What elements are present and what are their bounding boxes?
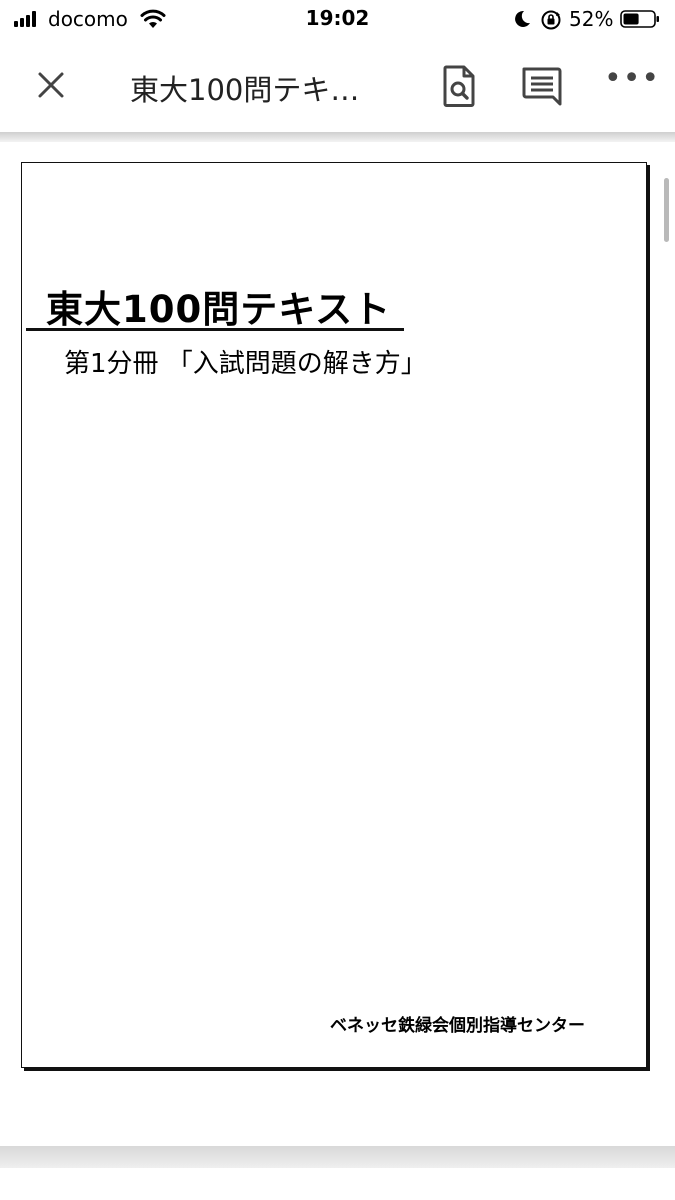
- do-not-disturb-icon: [515, 10, 530, 27]
- status-bar: docomo 19:02 52%: [0, 0, 675, 40]
- rotation-lock-icon: [541, 10, 561, 30]
- heading-underline: [26, 328, 404, 331]
- viewer-toolbar: 東大100問テキ… •••: [0, 40, 675, 132]
- signal-strength-icon: [14, 11, 40, 27]
- close-icon: [38, 72, 64, 98]
- document-subheading: 第1分冊 「入試問題の解き方」: [64, 349, 427, 379]
- toolbar-shadow: [0, 132, 675, 142]
- scrollbar-thumb[interactable]: [664, 178, 669, 242]
- document-heading: 東大100問テキスト: [46, 288, 392, 331]
- wifi-icon: [140, 9, 166, 28]
- battery-percentage: 52%: [569, 7, 614, 31]
- comment-icon: [522, 67, 562, 106]
- document-publisher: ベネッセ鉄緑会個別指導センター: [330, 1016, 585, 1036]
- carrier-name: docomo: [48, 7, 128, 31]
- close-button[interactable]: [32, 66, 70, 104]
- document-title: 東大100問テキ…: [130, 73, 360, 107]
- bottom-area: [0, 1168, 675, 1200]
- more-icon: •••: [604, 61, 661, 96]
- document-page: 東大100問テキスト 第1分冊 「入試問題の解き方」 ベネッセ鉄緑会個別指導セン…: [21, 162, 647, 1068]
- bottom-divider: [0, 1146, 675, 1168]
- document-search-icon: [443, 65, 475, 107]
- document-preview-button[interactable]: [440, 64, 478, 108]
- comments-button[interactable]: [520, 66, 564, 106]
- more-button[interactable]: •••: [604, 64, 659, 96]
- document-viewer[interactable]: 東大100問テキスト 第1分冊 「入試問題の解き方」 ベネッセ鉄緑会個別指導セン…: [0, 142, 675, 1146]
- battery-icon: [620, 10, 659, 28]
